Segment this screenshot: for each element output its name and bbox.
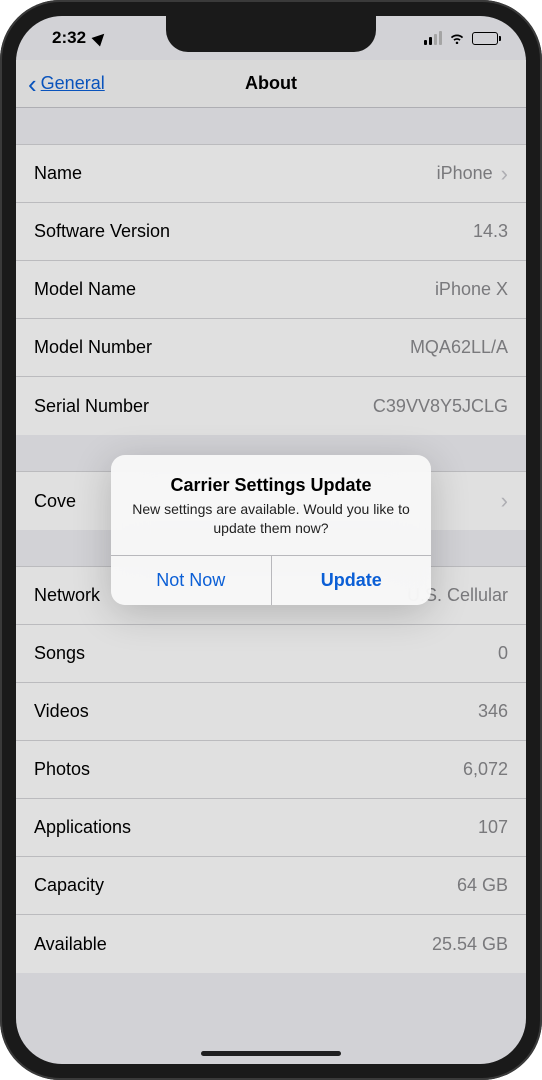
alert-not-now-button[interactable]: Not Now [111,556,271,605]
alert-update-button[interactable]: Update [271,556,432,605]
alert-backdrop: Carrier Settings Update New settings are… [16,16,526,1064]
alert-dialog: Carrier Settings Update New settings are… [111,455,431,604]
alert-title: Carrier Settings Update [131,475,411,496]
alert-message: New settings are available. Would you li… [131,500,411,536]
